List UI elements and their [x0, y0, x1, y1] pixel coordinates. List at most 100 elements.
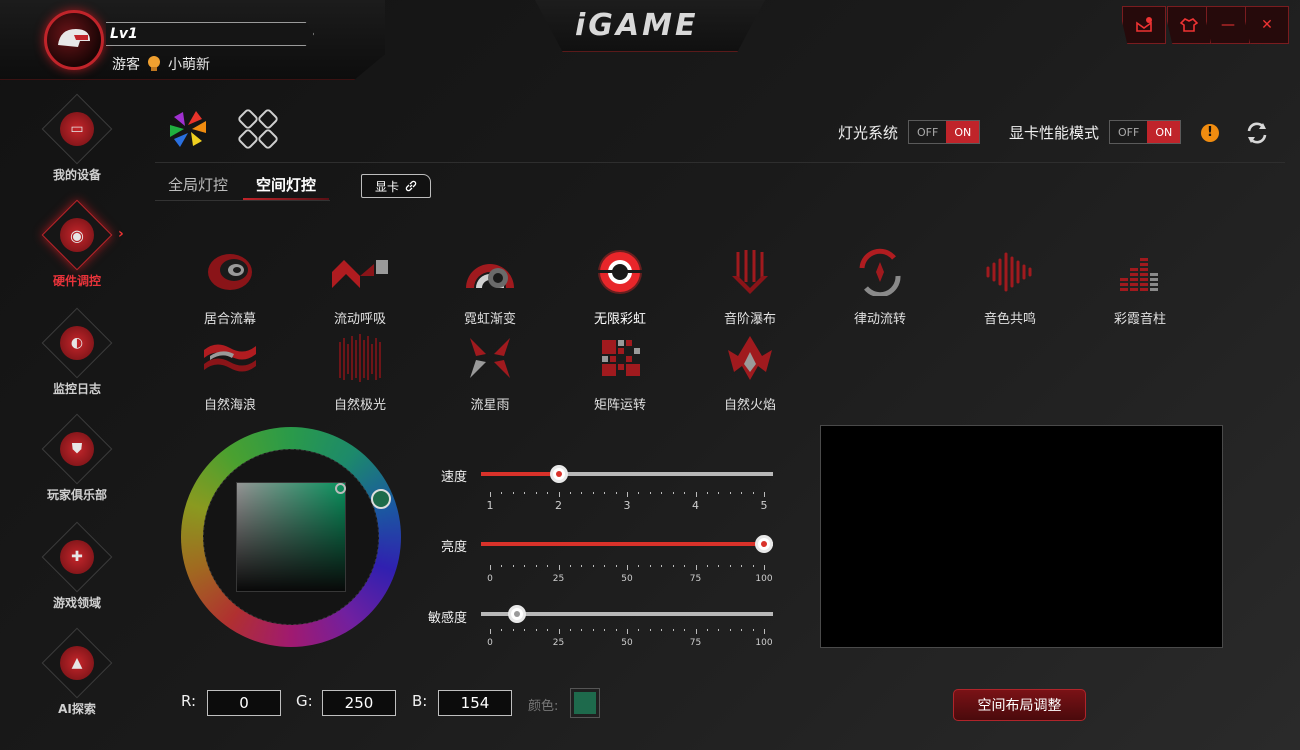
effect-label: 霓虹渐变 — [463, 312, 516, 327]
nav-frame: ✚ — [41, 521, 113, 593]
brightness-slider[interactable] — [481, 535, 773, 553]
tick-dot — [706, 629, 708, 631]
toggle-on: ON — [1147, 121, 1181, 143]
rotate-effect-icon — [859, 248, 901, 298]
slider-thumb[interactable] — [549, 465, 568, 483]
effect-item[interactable]: 自然海浪 — [175, 334, 285, 413]
b-input[interactable] — [438, 690, 512, 716]
speed-slider[interactable] — [481, 465, 773, 483]
effect-item[interactable]: 音阶瀑布 — [695, 248, 805, 327]
color-swatch[interactable] — [570, 688, 600, 718]
refresh-icon[interactable] — [1243, 119, 1271, 147]
swirl-effect-icon — [208, 254, 252, 290]
effect-item[interactable]: 律动流转 — [825, 248, 935, 327]
tab-global-light[interactable]: 全局灯控 — [168, 174, 228, 195]
minimize-button[interactable]: — — [1206, 6, 1250, 44]
warning-icon[interactable]: ! — [1201, 124, 1219, 142]
multi-device-icon[interactable] — [237, 108, 279, 150]
tick-dot — [558, 492, 560, 497]
saturation-handle[interactable] — [335, 483, 346, 494]
gpu-link-button[interactable]: 显卡 — [361, 174, 431, 198]
tick-dot — [764, 565, 765, 570]
color-flower-icon[interactable] — [167, 108, 209, 150]
sidebar-item-hardware-control[interactable]: ◉ 硬件调控 — [38, 199, 116, 289]
nav-frame: ◐ — [41, 307, 113, 379]
effect-item[interactable]: 矩阵运转 — [565, 334, 675, 413]
close-button[interactable]: ✕ — [1245, 6, 1289, 44]
nav-frame: ▲ — [41, 627, 113, 699]
effect-label: 流星雨 — [470, 398, 510, 413]
effect-item[interactable]: 霓虹渐变 — [435, 248, 545, 327]
monitor-log-icon: ◐ — [70, 335, 84, 351]
light-system-toggle[interactable]: OFF ON — [908, 120, 981, 144]
tick-label: 25 — [552, 638, 565, 648]
tick-dot — [569, 565, 571, 567]
monitor-icon: ▭ — [70, 121, 84, 137]
meteor-effect-icon — [470, 338, 510, 378]
light-system-group: 灯光系统 OFF ON — [838, 120, 981, 144]
tick-dot — [672, 629, 674, 631]
sidebar-item-label: 我的设备 — [52, 168, 101, 182]
sidebar-item-label: 玩家俱乐部 — [46, 488, 107, 502]
g-input[interactable] — [322, 690, 396, 716]
ocean-wave-effect-icon — [204, 344, 256, 372]
effect-item[interactable]: 居合流幕 — [175, 248, 285, 327]
effect-item[interactable]: 音色共鸣 — [955, 248, 1065, 327]
speed-label: 速度 — [440, 470, 467, 485]
matrix-effect-icon — [602, 340, 640, 376]
tab-space-light[interactable]: 空间灯控 — [256, 174, 316, 195]
avatar[interactable] — [44, 10, 104, 70]
effect-item[interactable]: 自然火焰 — [695, 334, 805, 413]
toggle-off: OFF — [1118, 125, 1140, 139]
tick-label: 75 — [689, 638, 702, 648]
message-button[interactable] — [1122, 6, 1166, 44]
tick-dot — [627, 492, 628, 497]
toggle-off: OFF — [917, 125, 939, 139]
hue-handle[interactable] — [371, 489, 391, 509]
chevron-right-icon: › — [118, 226, 124, 242]
nav-frame: ⛊ — [41, 413, 113, 485]
tick-label: 75 — [689, 574, 702, 584]
r-input[interactable] — [207, 690, 281, 716]
minimize-icon: — — [1221, 17, 1235, 33]
close-icon: ✕ — [1261, 17, 1273, 33]
sidebar-item-monitor-log[interactable]: ◐ 监控日志 — [38, 307, 116, 397]
neon-effect-icon — [466, 264, 514, 288]
sidebar-item-player-club[interactable]: ⛊ 玩家俱乐部 — [38, 413, 116, 503]
ai-icon: ▲ — [71, 655, 83, 671]
effect-label: 矩阵运转 — [593, 398, 646, 413]
tick-label: 1 — [486, 499, 494, 512]
skin-button[interactable] — [1167, 6, 1211, 44]
gpu-mode-toggle[interactable]: OFF ON — [1109, 120, 1182, 144]
sidebar-item-ai-explore[interactable]: ▲ AI探索 — [38, 627, 116, 717]
message-icon — [1136, 17, 1152, 32]
saturation-picker[interactable] — [236, 482, 346, 592]
rainbow-ring-effect-icon — [596, 250, 644, 294]
space-layout-button[interactable]: 空间布局调整 — [953, 689, 1086, 721]
effect-label: 音阶瀑布 — [723, 312, 776, 327]
tick-dot — [569, 629, 571, 631]
sidebar-item-my-device[interactable]: ▭ 我的设备 — [38, 93, 116, 183]
tick-dot — [592, 492, 594, 494]
tick-dot — [592, 629, 594, 631]
speed-ticks: 1 2 3 4 5 — [481, 492, 773, 512]
effect-item[interactable]: 彩霞音柱 — [1085, 248, 1195, 327]
effect-item[interactable]: 无限彩虹 — [565, 248, 675, 327]
tick-dot — [764, 629, 765, 634]
r-label: R: — [181, 692, 197, 710]
slider-thumb[interactable] — [508, 605, 527, 623]
tick-dot — [649, 565, 651, 567]
effect-item[interactable]: 流动呼吸 — [305, 248, 415, 327]
sensitivity-slider[interactable] — [481, 605, 773, 623]
waterfall-effect-icon — [732, 250, 768, 294]
slider-thumb[interactable] — [755, 535, 773, 553]
tick-label: 2 — [555, 499, 562, 512]
effect-item[interactable]: 自然极光 — [305, 334, 415, 413]
effect-item[interactable]: 流星雨 — [435, 334, 545, 413]
sidebar-item-game-zone[interactable]: ✚ 游戏领域 — [38, 521, 116, 611]
tick-dot — [729, 565, 731, 567]
tick-label: 3 — [623, 499, 631, 512]
tick-dot — [661, 629, 663, 631]
tick-dot — [615, 492, 617, 494]
lightbulb-icon — [148, 56, 160, 71]
